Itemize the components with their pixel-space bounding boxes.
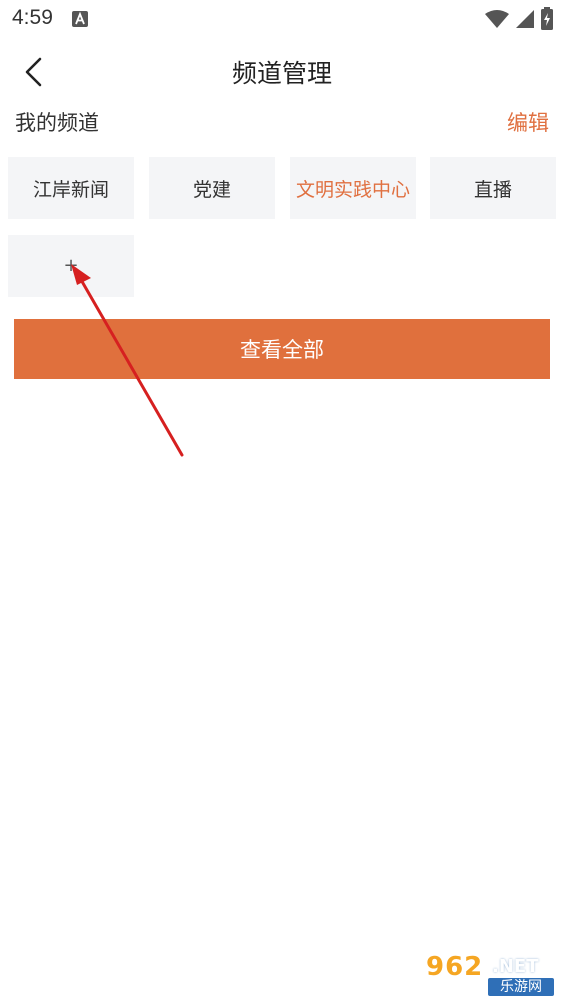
watermark-sub: 乐游网 bbox=[488, 978, 554, 996]
battery-icon bbox=[541, 7, 553, 30]
wifi-icon bbox=[485, 10, 509, 28]
a-notification-icon bbox=[72, 11, 88, 27]
channel-tile-civilization-center[interactable]: 文明实践中心 bbox=[290, 157, 416, 219]
channel-label: 江岸新闻 bbox=[32, 178, 109, 201]
watermark-net: .NET bbox=[492, 956, 539, 977]
channel-label: 党建 bbox=[192, 178, 231, 201]
add-channel-tile[interactable]: + bbox=[8, 235, 134, 297]
header: 频道管理 bbox=[0, 40, 564, 104]
page-title: 频道管理 bbox=[231, 59, 332, 88]
annotation-arrow-icon bbox=[71, 264, 184, 457]
my-channels-header: 我的频道 编辑 bbox=[0, 104, 564, 140]
channel-tile-live[interactable]: 直播 bbox=[430, 157, 556, 219]
channel-label: 直播 bbox=[473, 178, 512, 201]
status-bar: 4:59 bbox=[0, 0, 564, 40]
status-icons bbox=[480, 7, 554, 31]
channel-tile-party-building[interactable]: 党建 bbox=[149, 157, 275, 219]
watermark-brand: 962 bbox=[426, 952, 484, 982]
status-time: 4:59 bbox=[12, 6, 53, 29]
channel-tile-jiangan-news[interactable]: 江岸新闻 bbox=[8, 157, 134, 219]
view-all-button[interactable]: 查看全部 bbox=[14, 319, 550, 379]
channel-label: 文明实践中心 bbox=[295, 178, 410, 201]
plus-icon: + bbox=[63, 255, 79, 276]
edit-button[interactable]: 编辑 bbox=[507, 107, 549, 137]
signal-icon bbox=[516, 10, 534, 28]
my-channels-label: 我的频道 bbox=[15, 111, 99, 135]
watermark-logo: 962 .NET 乐游网 bbox=[426, 952, 558, 998]
